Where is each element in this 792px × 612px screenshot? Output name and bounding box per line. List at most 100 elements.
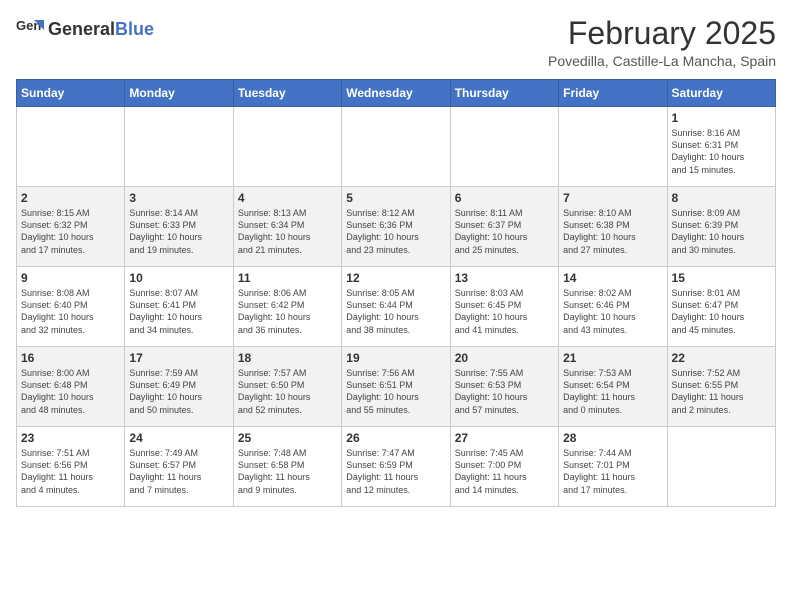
day-info: Sunrise: 8:01 AM Sunset: 6:47 PM Dayligh… bbox=[672, 287, 771, 336]
day-info: Sunrise: 7:56 AM Sunset: 6:51 PM Dayligh… bbox=[346, 367, 445, 416]
calendar-week-row: 9 Sunrise: 8:08 AM Sunset: 6:40 PM Daylig… bbox=[17, 267, 776, 347]
day-number: 23 bbox=[21, 431, 120, 445]
calendar-header-row: SundayMondayTuesdayWednesdayThursdayFrid… bbox=[17, 80, 776, 107]
calendar-cell: 3 Sunrise: 8:14 AM Sunset: 6:33 PM Daylig… bbox=[125, 187, 233, 267]
calendar-cell: 17 Sunrise: 7:59 AM Sunset: 6:49 PM Dayli… bbox=[125, 347, 233, 427]
calendar-title: February 2025 bbox=[548, 16, 776, 51]
day-number: 16 bbox=[21, 351, 120, 365]
day-number: 19 bbox=[346, 351, 445, 365]
calendar-cell: 1 Sunrise: 8:16 AM Sunset: 6:31 PM Daylig… bbox=[667, 107, 775, 187]
calendar-cell bbox=[125, 107, 233, 187]
day-info: Sunrise: 8:13 AM Sunset: 6:34 PM Dayligh… bbox=[238, 207, 337, 256]
calendar-cell bbox=[342, 107, 450, 187]
calendar-cell: 25 Sunrise: 7:48 AM Sunset: 6:58 PM Dayli… bbox=[233, 427, 341, 507]
calendar-cell: 22 Sunrise: 7:52 AM Sunset: 6:55 PM Dayli… bbox=[667, 347, 775, 427]
day-info: Sunrise: 7:51 AM Sunset: 6:56 PM Dayligh… bbox=[21, 447, 120, 496]
day-info: Sunrise: 8:11 AM Sunset: 6:37 PM Dayligh… bbox=[455, 207, 554, 256]
col-header-tuesday: Tuesday bbox=[233, 80, 341, 107]
calendar-cell: 23 Sunrise: 7:51 AM Sunset: 6:56 PM Dayli… bbox=[17, 427, 125, 507]
day-info: Sunrise: 7:57 AM Sunset: 6:50 PM Dayligh… bbox=[238, 367, 337, 416]
day-number: 14 bbox=[563, 271, 662, 285]
day-info: Sunrise: 7:59 AM Sunset: 6:49 PM Dayligh… bbox=[129, 367, 228, 416]
day-number: 10 bbox=[129, 271, 228, 285]
calendar-cell: 14 Sunrise: 8:02 AM Sunset: 6:46 PM Dayli… bbox=[559, 267, 667, 347]
calendar-cell: 8Sunrise: 8:09 AM Sunset: 6:39 PM Daylig… bbox=[667, 187, 775, 267]
day-number: 22 bbox=[672, 351, 771, 365]
calendar-subtitle: Povedilla, Castille-La Mancha, Spain bbox=[548, 53, 776, 69]
calendar-cell bbox=[233, 107, 341, 187]
calendar-table: SundayMondayTuesdayWednesdayThursdayFrid… bbox=[16, 79, 776, 507]
page-header: Gen GeneralBlue February 2025 Povedilla,… bbox=[16, 16, 776, 69]
col-header-friday: Friday bbox=[559, 80, 667, 107]
day-number: 3 bbox=[129, 191, 228, 205]
day-number: 8 bbox=[672, 191, 771, 205]
calendar-cell: 6 Sunrise: 8:11 AM Sunset: 6:37 PM Daylig… bbox=[450, 187, 558, 267]
col-header-sunday: Sunday bbox=[17, 80, 125, 107]
calendar-cell: 15 Sunrise: 8:01 AM Sunset: 6:47 PM Dayli… bbox=[667, 267, 775, 347]
day-number: 25 bbox=[238, 431, 337, 445]
day-info: Sunrise: 7:48 AM Sunset: 6:58 PM Dayligh… bbox=[238, 447, 337, 496]
calendar-week-row: 2Sunrise: 8:15 AM Sunset: 6:32 PM Daylig… bbox=[17, 187, 776, 267]
day-number: 24 bbox=[129, 431, 228, 445]
calendar-cell: 24 Sunrise: 7:49 AM Sunset: 6:57 PM Dayli… bbox=[125, 427, 233, 507]
day-info: Sunrise: 7:49 AM Sunset: 6:57 PM Dayligh… bbox=[129, 447, 228, 496]
col-header-wednesday: Wednesday bbox=[342, 80, 450, 107]
day-info: Sunrise: 8:14 AM Sunset: 6:33 PM Dayligh… bbox=[129, 207, 228, 256]
logo-icon: Gen bbox=[16, 16, 44, 44]
calendar-cell: 5 Sunrise: 8:12 AM Sunset: 6:36 PM Daylig… bbox=[342, 187, 450, 267]
day-info: Sunrise: 7:53 AM Sunset: 6:54 PM Dayligh… bbox=[563, 367, 662, 416]
day-info: Sunrise: 8:07 AM Sunset: 6:41 PM Dayligh… bbox=[129, 287, 228, 336]
day-number: 20 bbox=[455, 351, 554, 365]
day-info: Sunrise: 8:15 AM Sunset: 6:32 PM Dayligh… bbox=[21, 207, 120, 256]
day-info: Sunrise: 7:52 AM Sunset: 6:55 PM Dayligh… bbox=[672, 367, 771, 416]
logo-general-text: GeneralBlue bbox=[48, 20, 154, 40]
day-number: 28 bbox=[563, 431, 662, 445]
logo: Gen GeneralBlue bbox=[16, 16, 154, 44]
col-header-monday: Monday bbox=[125, 80, 233, 107]
day-info: Sunrise: 7:47 AM Sunset: 6:59 PM Dayligh… bbox=[346, 447, 445, 496]
calendar-cell: 2Sunrise: 8:15 AM Sunset: 6:32 PM Daylig… bbox=[17, 187, 125, 267]
calendar-cell: 12 Sunrise: 8:05 AM Sunset: 6:44 PM Dayli… bbox=[342, 267, 450, 347]
calendar-cell bbox=[559, 107, 667, 187]
day-number: 15 bbox=[672, 271, 771, 285]
day-number: 13 bbox=[455, 271, 554, 285]
day-info: Sunrise: 8:03 AM Sunset: 6:45 PM Dayligh… bbox=[455, 287, 554, 336]
day-number: 27 bbox=[455, 431, 554, 445]
day-number: 11 bbox=[238, 271, 337, 285]
day-number: 17 bbox=[129, 351, 228, 365]
day-number: 21 bbox=[563, 351, 662, 365]
calendar-cell: 4Sunrise: 8:13 AM Sunset: 6:34 PM Daylig… bbox=[233, 187, 341, 267]
day-info: Sunrise: 7:45 AM Sunset: 7:00 PM Dayligh… bbox=[455, 447, 554, 496]
calendar-cell: 9 Sunrise: 8:08 AM Sunset: 6:40 PM Daylig… bbox=[17, 267, 125, 347]
calendar-week-row: 23 Sunrise: 7:51 AM Sunset: 6:56 PM Dayli… bbox=[17, 427, 776, 507]
day-info: Sunrise: 7:44 AM Sunset: 7:01 PM Dayligh… bbox=[563, 447, 662, 496]
calendar-cell: 16 Sunrise: 8:00 AM Sunset: 6:48 PM Dayli… bbox=[17, 347, 125, 427]
day-number: 9 bbox=[21, 271, 120, 285]
day-number: 1 bbox=[672, 111, 771, 125]
day-number: 5 bbox=[346, 191, 445, 205]
calendar-cell: 11 Sunrise: 8:06 AM Sunset: 6:42 PM Dayli… bbox=[233, 267, 341, 347]
col-header-saturday: Saturday bbox=[667, 80, 775, 107]
calendar-cell: 26Sunrise: 7:47 AM Sunset: 6:59 PM Dayli… bbox=[342, 427, 450, 507]
title-section: February 2025 Povedilla, Castille-La Man… bbox=[548, 16, 776, 69]
calendar-cell: 13 Sunrise: 8:03 AM Sunset: 6:45 PM Dayli… bbox=[450, 267, 558, 347]
day-number: 18 bbox=[238, 351, 337, 365]
calendar-cell: 18 Sunrise: 7:57 AM Sunset: 6:50 PM Dayli… bbox=[233, 347, 341, 427]
calendar-cell: 21 Sunrise: 7:53 AM Sunset: 6:54 PM Dayli… bbox=[559, 347, 667, 427]
day-info: Sunrise: 8:08 AM Sunset: 6:40 PM Dayligh… bbox=[21, 287, 120, 336]
day-info: Sunrise: 8:16 AM Sunset: 6:31 PM Dayligh… bbox=[672, 127, 771, 176]
col-header-thursday: Thursday bbox=[450, 80, 558, 107]
day-info: Sunrise: 8:02 AM Sunset: 6:46 PM Dayligh… bbox=[563, 287, 662, 336]
day-info: Sunrise: 8:10 AM Sunset: 6:38 PM Dayligh… bbox=[563, 207, 662, 256]
day-number: 6 bbox=[455, 191, 554, 205]
calendar-cell bbox=[17, 107, 125, 187]
day-info: Sunrise: 8:00 AM Sunset: 6:48 PM Dayligh… bbox=[21, 367, 120, 416]
calendar-cell: 28 Sunrise: 7:44 AM Sunset: 7:01 PM Dayli… bbox=[559, 427, 667, 507]
calendar-cell: 20Sunrise: 7:55 AM Sunset: 6:53 PM Dayli… bbox=[450, 347, 558, 427]
day-info: Sunrise: 8:12 AM Sunset: 6:36 PM Dayligh… bbox=[346, 207, 445, 256]
day-number: 12 bbox=[346, 271, 445, 285]
calendar-cell: 27 Sunrise: 7:45 AM Sunset: 7:00 PM Dayli… bbox=[450, 427, 558, 507]
day-info: Sunrise: 8:06 AM Sunset: 6:42 PM Dayligh… bbox=[238, 287, 337, 336]
calendar-cell: 19 Sunrise: 7:56 AM Sunset: 6:51 PM Dayli… bbox=[342, 347, 450, 427]
day-info: Sunrise: 8:05 AM Sunset: 6:44 PM Dayligh… bbox=[346, 287, 445, 336]
